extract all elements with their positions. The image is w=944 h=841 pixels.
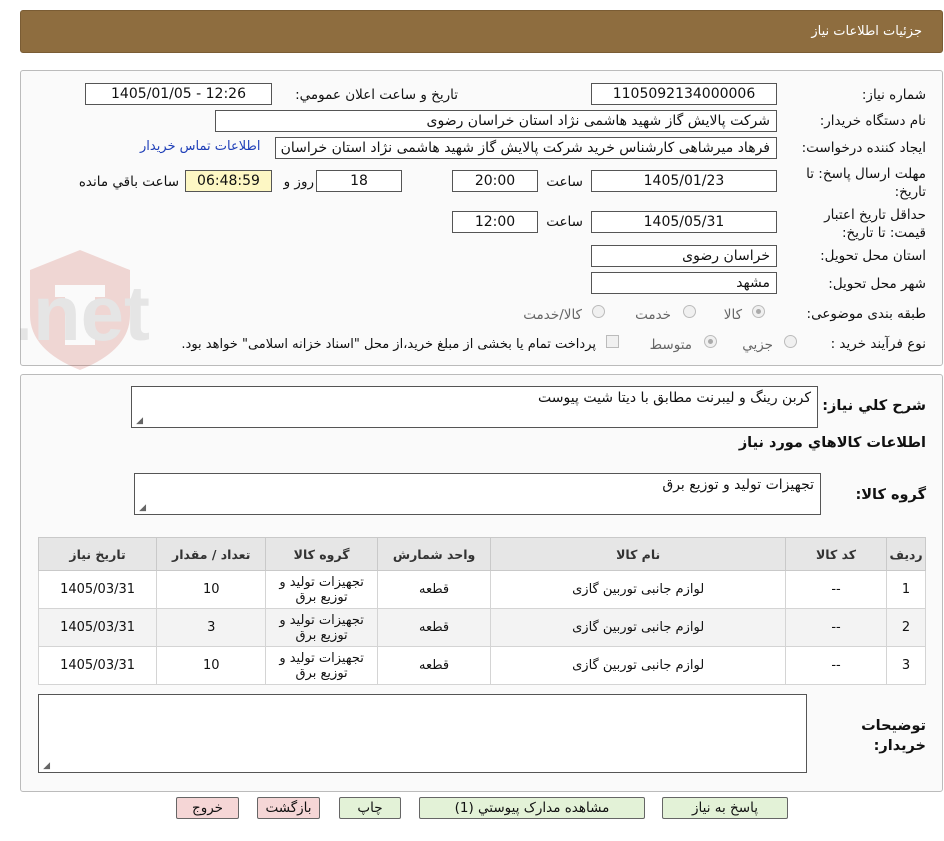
need-number-label: شماره نیاز:	[861, 87, 926, 103]
province-field: خراسان رضوی	[591, 245, 777, 267]
deadline-label: مهلت ارسال پاسخ: تا تاریخ:	[806, 166, 926, 200]
item-need-date: 1405/03/31	[37, 570, 158, 609]
item-code: --	[784, 608, 888, 647]
buyer-org-field: شرکت پالایش گاز شهید هاشمی نژاد استان خر…	[215, 110, 777, 132]
city-field: مشهد	[591, 272, 777, 294]
requester-label: ایجاد کننده درخواست:	[801, 140, 926, 156]
city-label: شهر محل تحویل:	[828, 276, 926, 292]
validity-label: حداقل تاریخ اعتبار قیمت: تا تاریخ:	[824, 207, 926, 241]
validity-date-field: 1405/05/31	[591, 211, 777, 233]
col-header-item-code: کد کالا	[784, 537, 888, 571]
category-radio-service[interactable]	[683, 305, 696, 318]
row-number: 1	[886, 570, 926, 609]
process-option-medium: متوسط	[649, 337, 692, 353]
requester-field: فرهاد میرشاهی کارشناس خرید شرکت پالایش گ…	[275, 137, 777, 159]
category-radio-goods[interactable]	[752, 305, 765, 318]
resize-grip-icon[interactable]: ◢	[42, 762, 50, 771]
table-header-row: ردیف کد کالا نام کالا واحد شمارش گروه کا…	[37, 537, 926, 571]
row-number: 2	[886, 608, 926, 647]
deadline-date-field: 1405/01/23	[591, 170, 777, 192]
back-button[interactable]: بازگشت	[257, 797, 320, 819]
buyer-notes-textarea[interactable]: ◢	[38, 694, 807, 773]
row-number: 3	[886, 646, 926, 685]
item-code: --	[784, 570, 888, 609]
col-header-quantity: تعداد / مقدار	[156, 537, 267, 571]
exit-button[interactable]: خروج	[176, 797, 239, 819]
description-label: شرح کلي نياز:	[822, 398, 926, 414]
reply-button[interactable]: پاسخ به نياز	[662, 797, 788, 819]
col-header-item-name: نام کالا	[490, 537, 786, 571]
deadline-time-field: 20:00	[452, 170, 538, 192]
item-name: لوازم جانبی توربین گازی	[490, 646, 786, 685]
category-option-goods-service: کالا/خدمت	[523, 307, 582, 323]
item-quantity: 3	[156, 608, 267, 647]
table-row: 3 -- لوازم جانبی توربین گازی قطعه تجهیزا…	[37, 646, 926, 685]
validity-time-field: 12:00	[452, 211, 538, 233]
item-unit: قطعه	[376, 646, 492, 685]
announce-field: 1405/01/05 - 12:26	[85, 83, 272, 105]
days-label: روز و	[283, 174, 314, 190]
process-radio-medium[interactable]	[704, 335, 717, 348]
view-attachments-button[interactable]: مشاهده مدارک پيوستي (1)	[419, 797, 645, 819]
goods-group-label: گروه کالا:	[855, 487, 926, 503]
validity-time-label: ساعت	[546, 214, 583, 230]
item-name: لوازم جانبی توربین گازی	[490, 608, 786, 647]
item-quantity: 10	[156, 570, 267, 609]
days-field: 18	[316, 170, 402, 192]
col-header-need-date: تاریخ نیاز	[37, 537, 158, 571]
treasury-payment-checkbox[interactable]	[606, 335, 619, 348]
item-code: --	[784, 646, 888, 685]
items-table-wrapper: ردیف کد کالا نام کالا واحد شمارش گروه کا…	[37, 537, 926, 685]
goods-group-text: تجهیزات تولید و توزیع برق	[662, 477, 814, 493]
buyer-contact-link[interactable]: اطلاعات تماس خریدار	[140, 139, 260, 154]
province-label: استان محل تحویل:	[820, 248, 926, 264]
process-label: نوع فرآیند خرید :	[830, 336, 926, 352]
buyer-org-label: نام دستگاه خریدار:	[819, 113, 926, 129]
remaining-label: ساعت باقي مانده	[78, 174, 179, 190]
item-group: تجهیزات تولید و توزیع برق	[265, 646, 378, 685]
category-radio-goods-service[interactable]	[592, 305, 605, 318]
item-unit: قطعه	[376, 570, 492, 609]
deadline-time-label: ساعت	[546, 174, 583, 190]
resize-grip-icon[interactable]: ◢	[135, 417, 143, 426]
items-table: ردیف کد کالا نام کالا واحد شمارش گروه کا…	[37, 537, 926, 685]
item-unit: قطعه	[376, 608, 492, 647]
buyer-notes-label: توضیحات خریدار:	[861, 718, 926, 754]
payment-note: پرداخت تمام یا بخشی از مبلغ خرید،از محل …	[181, 337, 596, 352]
description-textarea[interactable]: کربن رینگ و لیبرنت مطابق با دیتا شیت پیو…	[131, 386, 818, 428]
category-option-service: خدمت	[635, 307, 671, 323]
resize-grip-icon[interactable]: ◢	[138, 504, 146, 513]
announce-label: تاریخ و ساعت اعلان عمومي:	[295, 87, 458, 103]
item-need-date: 1405/03/31	[37, 646, 158, 685]
need-number-field: 1105092134000006	[591, 83, 777, 105]
col-header-row-number: ردیف	[886, 537, 926, 571]
description-text: کربن رینگ و لیبرنت مطابق با دیتا شیت پیو…	[538, 390, 811, 406]
col-header-goods-group: گروه کالا	[265, 537, 378, 571]
col-header-unit: واحد شمارش	[376, 537, 492, 571]
table-row: 2 -- لوازم جانبی توربین گازی قطعه تجهیزا…	[37, 608, 926, 647]
remaining-time-field: 06:48:59	[185, 170, 272, 192]
print-button[interactable]: چاپ	[339, 797, 401, 819]
page-header: جزئيات اطلاعات نياز	[20, 10, 943, 53]
table-row: 1 -- لوازم جانبی توربین گازی قطعه تجهیزا…	[37, 570, 926, 609]
item-group: تجهیزات تولید و توزیع برق	[265, 608, 378, 647]
process-radio-minor[interactable]	[784, 335, 797, 348]
goods-group-textarea[interactable]: تجهیزات تولید و توزیع برق ◢	[134, 473, 821, 515]
goods-section-title: اطلاعات کالاهاي مورد نياز	[738, 435, 926, 451]
item-name: لوازم جانبی توربین گازی	[490, 570, 786, 609]
category-option-goods: کالا	[723, 307, 742, 323]
item-need-date: 1405/03/31	[37, 608, 158, 647]
page-title: جزئيات اطلاعات نياز	[811, 24, 922, 39]
category-label: طبقه بندی موضوعی:	[806, 306, 926, 322]
item-group: تجهیزات تولید و توزیع برق	[265, 570, 378, 609]
process-option-minor: جزیي	[742, 337, 773, 353]
item-quantity: 10	[156, 646, 267, 685]
